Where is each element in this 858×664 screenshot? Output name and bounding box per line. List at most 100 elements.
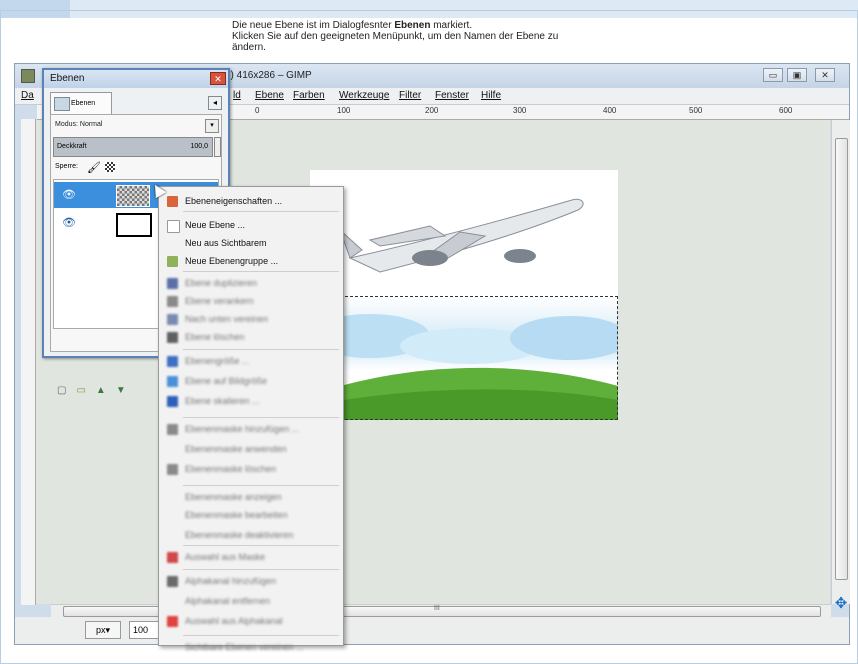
menu-image[interactable]: ld <box>233 90 241 101</box>
context-menu-label: Ebenenmaske bearbeiten <box>185 510 288 520</box>
eye-icon[interactable]: 👁 <box>62 216 76 229</box>
menu-layer[interactable]: Ebene <box>255 90 284 101</box>
ruler-tick: 300 <box>513 106 527 115</box>
lock-label: Sperre: <box>55 163 78 170</box>
mode-dropdown-button[interactable]: ▾ <box>205 119 219 133</box>
layer-properties-icon <box>167 196 178 207</box>
opacity-slider[interactable]: Deckkraft 100,0 <box>53 137 213 157</box>
context-menu-item: Ebenenmaske anzeigen <box>159 489 343 507</box>
context-menu-item: Ebenenmaske hinzufügen ... <box>159 421 343 439</box>
menu-windows[interactable]: Fenster <box>435 90 469 101</box>
context-menu-label: Alphakanal entfernen <box>185 596 271 606</box>
ruler-tick: 500 <box>689 106 703 115</box>
menu-separator <box>183 569 339 570</box>
layer-size-icon <box>167 356 178 367</box>
context-menu-label: Ebenenmaske löschen <box>185 464 277 474</box>
menu-help[interactable]: Hilfe <box>481 90 501 101</box>
navigate-icon[interactable]: ✥ <box>833 596 849 612</box>
context-menu-item: Ebene verankern <box>159 293 343 311</box>
lock-pixels-icon[interactable]: 🖌 <box>87 161 101 174</box>
duplicate-icon <box>167 278 178 289</box>
menu-separator <box>183 349 339 350</box>
context-menu-label: Ebenenmaske anwenden <box>185 444 287 454</box>
eye-icon[interactable]: 👁 <box>62 188 76 201</box>
layers-title: Ebenen <box>50 73 85 84</box>
context-menu-item: Ebene löschen <box>159 329 343 347</box>
context-menu-label: Neue Ebenengruppe ... <box>185 256 279 266</box>
context-menu-label: Ebenenmaske deaktivieren <box>185 530 294 540</box>
context-menu-label: Ebene skalieren ... <box>185 396 260 406</box>
context-menu-label: Auswahl aus Alphakanal <box>185 616 283 626</box>
raise-layer-button[interactable]: ▲ <box>96 385 116 396</box>
context-menu-label: Ebenenmaske anzeigen <box>185 492 282 502</box>
canvas-image <box>310 170 618 420</box>
context-menu-label: Ebene duplizieren <box>185 278 258 288</box>
lock-alpha-icon[interactable] <box>105 162 115 172</box>
opacity-label: Deckkraft <box>57 143 87 150</box>
close-button[interactable]: ✕ <box>815 68 835 82</box>
vertical-scrollbar[interactable] <box>831 120 850 604</box>
context-menu-label: Ebeneneigenschaften ... <box>185 196 283 206</box>
window-title: n) 416x286 – GIMP <box>225 70 312 81</box>
mask-selection-icon <box>167 552 178 563</box>
context-menu-item: Ebenengröße ... <box>159 353 343 371</box>
context-menu-item: Auswahl aus Maske <box>159 549 343 567</box>
opacity-spinner[interactable] <box>214 137 221 157</box>
tab-menu-button[interactable]: ◂ <box>208 96 222 110</box>
menu-separator <box>183 635 339 636</box>
context-menu-item[interactable]: Neu aus Sichtbarem <box>159 235 343 253</box>
context-menu-item: Auswahl aus Alphakanal <box>159 613 343 631</box>
tab-layers-label: Ebenen <box>71 100 96 107</box>
menu-tools[interactable]: Werkzeuge <box>339 90 389 101</box>
context-menu-label: Neue Ebene ... <box>185 220 246 230</box>
context-menu-item: Sichtbare Ebenen vereinen ... <box>159 639 343 657</box>
layers-tab-icon <box>54 97 70 111</box>
mode-label: Modus: Normal <box>55 121 103 128</box>
instruction-line2: Klicken Sie auf den geeigneten Menüpunkt… <box>232 31 559 42</box>
layer-to-image-icon <box>167 376 178 387</box>
context-menu-label: Ebene löschen <box>185 332 245 342</box>
context-menu-item: Alphakanal entfernen <box>159 593 343 611</box>
layer-button-bar: ▢▭▲▼ <box>57 385 136 396</box>
instruction-line1: Die neue Ebene ist im Dialogfesnter <box>232 20 395 31</box>
menu-separator <box>183 271 339 272</box>
context-menu-item[interactable]: Neue Ebenengruppe ... <box>159 253 343 271</box>
tab-layers[interactable]: Ebenen <box>50 92 112 114</box>
context-menu-label: Ebenengröße ... <box>185 356 250 366</box>
menu-file[interactable]: Da <box>21 90 34 101</box>
context-menu-item[interactable]: Neue Ebene ... <box>159 217 343 235</box>
anchor-icon <box>167 296 178 307</box>
folder-icon <box>167 256 178 267</box>
vertical-ruler[interactable] <box>21 119 36 605</box>
instruction-line1-suffix: markiert. <box>430 20 473 31</box>
menu-separator <box>183 417 339 418</box>
menu-filters[interactable]: Filter <box>399 90 421 101</box>
ruler-tick: 0 <box>255 106 260 115</box>
context-menu-item[interactable]: Ebeneneigenschaften ... <box>159 193 343 211</box>
menu-separator <box>183 545 339 546</box>
scroll-grip: III <box>434 605 440 612</box>
layers-titlebar[interactable]: Ebenen ✕ <box>44 70 228 88</box>
layer-context-menu: Ebeneneigenschaften ... Neue Ebene ... Neu… <box>158 186 344 652</box>
instruction-bold: Ebenen <box>394 20 431 31</box>
new-group-button[interactable]: ▭ <box>76 385 95 396</box>
lower-layer-button[interactable]: ▼ <box>116 385 136 396</box>
vertical-scroll-thumb[interactable] <box>835 138 848 580</box>
minimize-button[interactable]: ▭ <box>763 68 783 82</box>
new-layer-button[interactable]: ▢ <box>57 385 76 396</box>
ruler-tick: 600 <box>779 106 793 115</box>
maximize-button[interactable]: ▣ <box>787 68 807 82</box>
context-menu-item: Ebene duplizieren <box>159 275 343 293</box>
context-menu-label: Alphakanal hinzufügen <box>185 576 277 586</box>
menu-separator <box>183 485 339 486</box>
delete-icon <box>167 332 178 343</box>
menu-colors[interactable]: Farben <box>293 90 325 101</box>
unit-selector[interactable]: px▾ <box>85 621 121 639</box>
gimp-app-icon <box>21 69 35 83</box>
layers-close-button[interactable]: ✕ <box>210 72 226 85</box>
context-menu-item: Nach unten vereinen <box>159 311 343 329</box>
context-menu-label: Ebenenmaske hinzufügen ... <box>185 424 300 434</box>
active-layer-boundary <box>310 296 618 420</box>
menu-separator <box>183 211 339 212</box>
scale-icon <box>167 396 178 407</box>
